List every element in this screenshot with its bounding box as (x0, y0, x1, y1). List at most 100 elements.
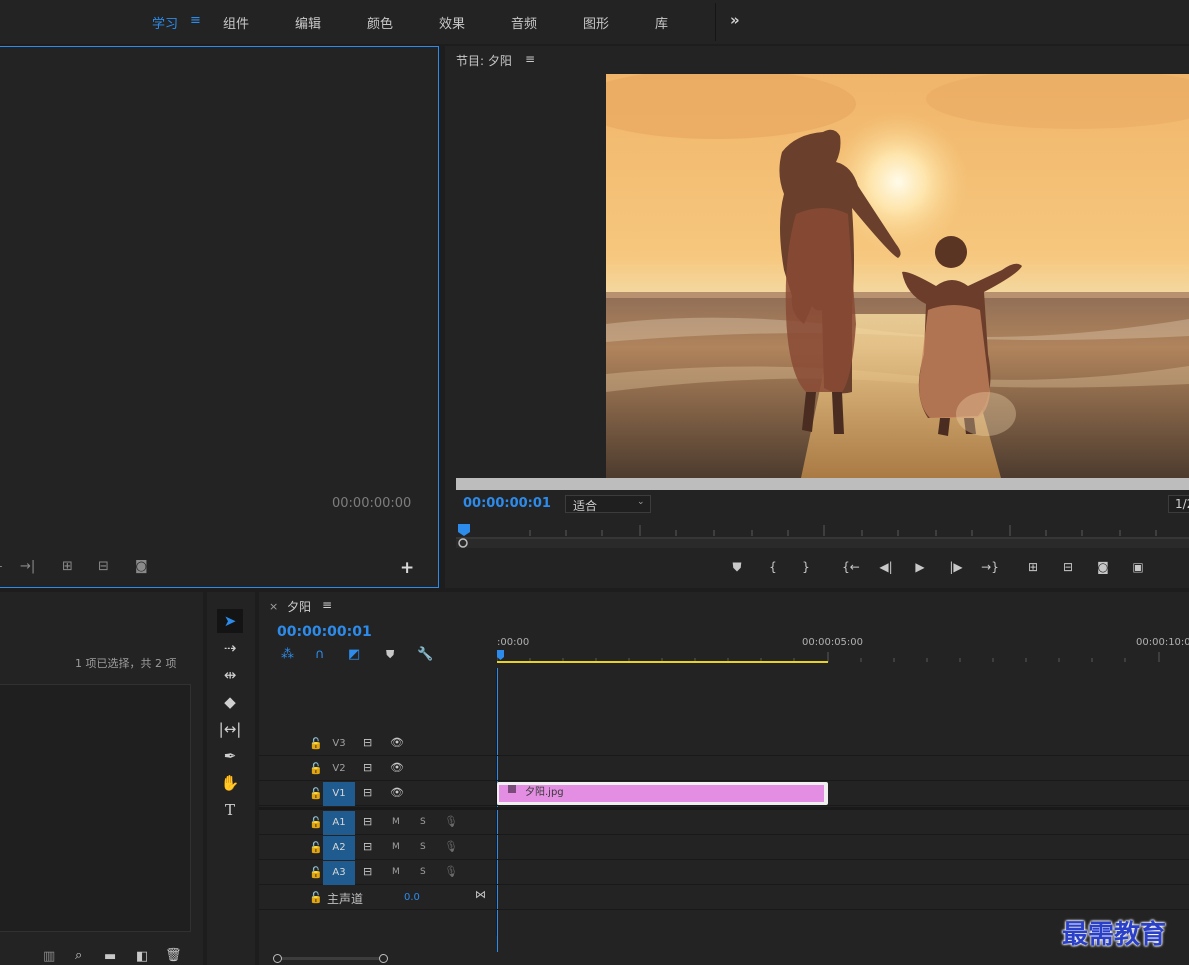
close-icon[interactable]: × (269, 600, 278, 613)
timeline-menu-icon[interactable]: ≡ (322, 598, 332, 612)
timeline-ruler[interactable] (497, 650, 1189, 664)
go-to-out-icon[interactable]: →| (20, 560, 35, 574)
extract-icon[interactable]: ⊟ (1057, 558, 1079, 576)
bowtie-icon[interactable]: ⋈ (475, 888, 486, 901)
scrollbar-handle-left[interactable] (273, 954, 282, 963)
workspace-tab-effects[interactable]: 效果 (439, 13, 465, 32)
slip-tool-icon[interactable]: |↔| (217, 717, 243, 741)
workspace-tab-audio[interactable]: 音频 (511, 13, 537, 32)
hand-tool-icon[interactable]: ✋ (217, 771, 243, 795)
eye-icon[interactable]: 👁 (390, 786, 404, 799)
play-icon[interactable]: ▶ (909, 558, 931, 576)
program-zoom-bar[interactable] (456, 478, 1189, 490)
linked-selection-icon[interactable]: ◩ (348, 647, 360, 662)
track-v2[interactable]: 🔓 V2 ⊟ 👁 (259, 757, 1189, 781)
step-forward-icon[interactable]: |▶ (945, 558, 967, 576)
lock-icon[interactable]: 🔓 (309, 787, 323, 800)
step-back-icon[interactable]: ◀| (875, 558, 897, 576)
track-a1[interactable]: 🔓 A1 ⊟ M S 🎙 (259, 811, 1189, 835)
scrollbar-handle-right[interactable] (379, 954, 388, 963)
step-icon[interactable]: – (0, 560, 3, 574)
new-item-icon[interactable]: ◧ (136, 950, 148, 964)
lift-icon[interactable]: ⊞ (1022, 558, 1044, 576)
sync-lock-icon[interactable]: ⊟ (363, 865, 376, 878)
track-label-v2[interactable]: V2 (323, 757, 355, 781)
track-label-a2[interactable]: A2 (323, 836, 355, 860)
program-timecode[interactable]: 00:00:00:01 (463, 496, 551, 511)
go-to-in-icon[interactable]: {← (840, 558, 862, 576)
sync-lock-icon[interactable]: ⊟ (363, 786, 376, 799)
sync-lock-icon[interactable]: ⊟ (363, 761, 376, 774)
microphone-icon[interactable]: 🎙 (444, 815, 458, 828)
comparison-view-icon[interactable]: ▣ (1127, 558, 1149, 576)
add-marker-icon[interactable]: ⛊ (386, 648, 394, 662)
lock-icon[interactable]: 🔓 (309, 866, 323, 879)
track-label-v1[interactable]: V1 (323, 782, 355, 806)
solo-button[interactable]: S (420, 867, 426, 877)
track-label-v3[interactable]: V3 (323, 732, 355, 756)
solo-button[interactable]: S (420, 817, 426, 827)
source-monitor-panel[interactable]: 00:00:00:00 – →| ⊞ ⊟ ◙ + (0, 46, 439, 588)
microphone-icon[interactable]: 🎙 (444, 840, 458, 853)
overwrite-icon[interactable]: ⊟ (98, 560, 109, 574)
resolution-dropdown[interactable]: 1/2 (1168, 495, 1189, 513)
track-a2[interactable]: 🔓 A2 ⊟ M S 🎙 (259, 836, 1189, 860)
sequence-tab-label[interactable]: 夕阳 (287, 598, 311, 615)
snap-icon[interactable]: ∩ (315, 647, 325, 662)
search-icon[interactable]: ⌕ (75, 949, 82, 963)
master-volume-value[interactable]: 0.0 (404, 892, 420, 903)
mute-button[interactable]: M (392, 817, 400, 827)
workspace-tab-graphics[interactable]: 图形 (583, 13, 609, 32)
track-select-tool-icon[interactable]: ⇢ (217, 636, 243, 660)
project-bin-area[interactable] (0, 684, 191, 932)
type-tool-icon[interactable]: T (217, 798, 243, 822)
track-master[interactable]: 🔓 主声道 0.0 ⋈ (259, 886, 1189, 910)
track-label-a1[interactable]: A1 (323, 811, 355, 835)
project-panel[interactable]: 1 项已选择，共 2 项 ▥ ⌕ ▬ ◧ 🗑 (0, 592, 203, 965)
mark-out-icon[interactable]: } (795, 558, 817, 576)
track-a3[interactable]: 🔓 A3 ⊟ M S 🎙 (259, 861, 1189, 885)
lock-icon[interactable]: 🔓 (309, 737, 323, 750)
workspace-tab-editing[interactable]: 编辑 (295, 13, 321, 32)
razor-tool-icon[interactable]: ◆ (217, 690, 243, 714)
sync-lock-icon[interactable]: ⊟ (363, 736, 376, 749)
timeline-zoom-scrollbar[interactable] (270, 953, 390, 963)
trash-icon[interactable]: 🗑 (165, 949, 182, 963)
lock-icon[interactable]: 🔓 (309, 816, 323, 829)
mute-button[interactable]: M (392, 867, 400, 877)
sync-lock-icon[interactable]: ⊟ (363, 840, 376, 853)
mark-in-icon[interactable]: { (762, 558, 784, 576)
new-bin-icon[interactable]: ▬ (104, 950, 116, 964)
program-menu-icon[interactable]: ≡ (525, 52, 535, 66)
pen-tool-icon[interactable]: ✒ (217, 744, 243, 768)
mute-button[interactable]: M (392, 842, 400, 852)
eye-icon[interactable]: 👁 (390, 761, 404, 774)
track-label-a3[interactable]: A3 (323, 861, 355, 885)
selection-tool-icon[interactable]: ➤ (217, 609, 243, 633)
camera-icon[interactable]: ◙ (135, 560, 148, 574)
go-to-out-icon[interactable]: →} (979, 558, 1001, 576)
plus-icon[interactable]: + (400, 558, 414, 578)
ripple-edit-tool-icon[interactable]: ⇹ (217, 663, 243, 687)
workspace-tab-learn[interactable]: 学习 (152, 13, 178, 32)
track-v3[interactable]: 🔓 V3 ⊟ 👁 (259, 732, 1189, 756)
freeform-view-icon[interactable]: ▥ (43, 950, 55, 964)
insert-icon[interactable]: ⊞ (62, 560, 73, 574)
workspace-tab-color[interactable]: 颜色 (367, 13, 393, 32)
double-chevron-right-icon[interactable]: » (730, 11, 740, 29)
camera-icon[interactable]: ◙ (1092, 558, 1114, 576)
fit-dropdown[interactable]: 适合 ⌄ (565, 495, 651, 513)
lock-icon[interactable]: 🔓 (309, 891, 323, 904)
add-marker-icon[interactable]: ⛊ (726, 558, 748, 576)
workspace-tab-libraries[interactable]: 库 (655, 13, 668, 32)
solo-button[interactable]: S (420, 842, 426, 852)
lock-icon[interactable]: 🔓 (309, 762, 323, 775)
program-time-ruler[interactable] (456, 518, 1189, 550)
nest-icon[interactable]: ⁂ (281, 647, 294, 662)
timeline-timecode[interactable]: 00:00:00:01 (277, 624, 372, 640)
wrench-icon[interactable]: 🔧 (417, 647, 433, 662)
microphone-icon[interactable]: 🎙 (444, 865, 458, 878)
sync-lock-icon[interactable]: ⊟ (363, 815, 376, 828)
workspace-tab-assembly[interactable]: 组件 (223, 13, 249, 32)
clip-sunset[interactable]: 夕阳.jpg (497, 782, 828, 805)
